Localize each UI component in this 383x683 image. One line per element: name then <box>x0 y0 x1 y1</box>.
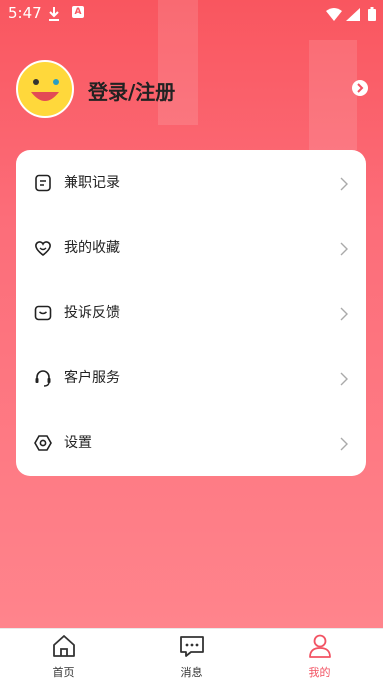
document-icon <box>34 174 52 192</box>
tab-home[interactable]: 首页 <box>0 629 127 683</box>
profile-icon <box>307 633 333 659</box>
tab-label: 我的 <box>308 666 331 679</box>
a-badge-icon: A <box>72 6 84 18</box>
menu-item-part-time-records[interactable]: 兼职记录 <box>16 150 366 215</box>
menu-item-feedback[interactable]: 投诉反馈 <box>16 280 366 345</box>
menu-item-favorites[interactable]: 我的收藏 <box>16 215 366 280</box>
chevron-right-icon <box>340 371 348 386</box>
status-bar: 5:47 A <box>0 0 383 26</box>
menu-item-label: 投诉反馈 <box>64 305 120 321</box>
feedback-icon <box>34 304 52 322</box>
avatar[interactable] <box>16 60 74 118</box>
chevron-right-icon <box>340 176 348 191</box>
menu-item-label: 设置 <box>64 435 92 451</box>
tab-messages[interactable]: 消息 <box>128 629 255 683</box>
tab-mine[interactable]: 我的 <box>256 629 383 683</box>
menu-item-label: 客户服务 <box>64 370 120 386</box>
login-register-link[interactable]: 登录/注册 <box>88 76 175 105</box>
download-icon <box>48 6 60 25</box>
tab-label: 首页 <box>52 666 75 679</box>
profile-arrow-icon[interactable] <box>352 80 368 96</box>
profile-screen: 5:47 A 登录/注册 兼职记录 我的收藏 投诉反馈 客户服务 设置 <box>0 0 383 628</box>
menu-card: 兼职记录 我的收藏 投诉反馈 客户服务 设置 <box>16 150 366 476</box>
chevron-right-icon <box>340 306 348 321</box>
bottom-tab-bar: 首页 消息 我的 <box>0 628 383 683</box>
battery-icon <box>368 6 376 25</box>
heart-icon <box>34 239 52 257</box>
menu-item-customer-service[interactable]: 客户服务 <box>16 345 366 410</box>
chevron-right-icon <box>340 436 348 451</box>
tab-label: 消息 <box>180 666 203 679</box>
chevron-right-icon <box>340 241 348 256</box>
background-decoration <box>309 40 357 150</box>
menu-item-settings[interactable]: 设置 <box>16 410 366 475</box>
headset-icon <box>34 369 52 387</box>
message-icon <box>179 633 205 659</box>
home-icon <box>51 633 77 659</box>
menu-item-label: 我的收藏 <box>64 240 120 256</box>
signal-icon <box>346 6 360 25</box>
wifi-icon <box>326 6 342 25</box>
settings-icon <box>34 434 52 452</box>
status-time: 5:47 <box>8 4 42 22</box>
menu-item-label: 兼职记录 <box>64 175 120 191</box>
